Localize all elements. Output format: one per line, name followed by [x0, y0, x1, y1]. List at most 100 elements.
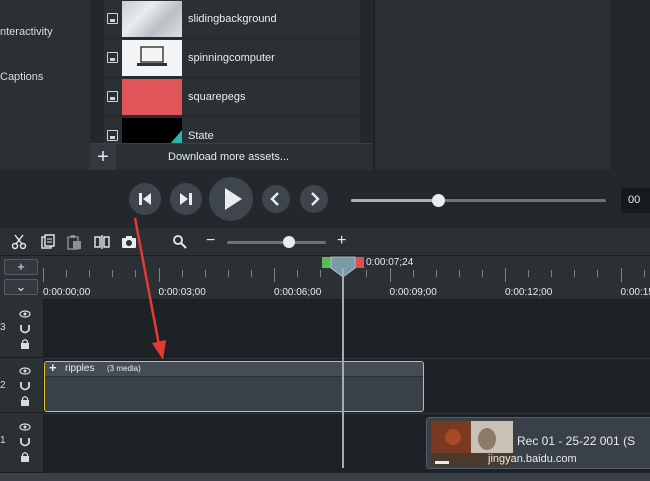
ruler-minor-tick [366, 270, 368, 277]
asset-library: slidingbackground spinningcomputer squar… [104, 0, 360, 156]
ruler-time-label: 0:00:00;00 [43, 287, 91, 298]
tools-sidebar: nteractivity Captions [0, 0, 90, 170]
timeline-header-controls: + ⌄ [0, 256, 43, 300]
chevron-left-icon [270, 192, 279, 206]
asset-type-icon [107, 13, 118, 24]
tool-interactivity[interactable]: nteractivity [0, 26, 53, 38]
watermark-text: jingyan.baidu.com [488, 453, 577, 465]
asset-item[interactable]: spinningcomputer [104, 39, 360, 78]
ruler-time-label: 0:00:03;00 [158, 287, 206, 298]
properties-panel [374, 0, 610, 170]
ruler-minor-tick [481, 270, 483, 277]
track-header-1: 1 [0, 413, 43, 473]
playback-scrubber[interactable] [351, 194, 606, 207]
magnet-icon[interactable] [19, 437, 31, 447]
video-clip-name: Rec 01 - 25-22 001 (S [517, 434, 636, 448]
ruler-minor-tick [181, 270, 183, 277]
asset-thumbnail [122, 40, 182, 76]
lock-icon[interactable] [19, 396, 31, 406]
cut-icon[interactable] [11, 234, 27, 250]
chevron-right-icon [311, 192, 320, 206]
eye-icon[interactable] [19, 422, 31, 432]
play-icon [225, 188, 242, 210]
group-clip-count: (3 media) [107, 364, 141, 373]
step-back-icon [139, 193, 151, 205]
ruler-minor-tick [320, 270, 322, 277]
timeline-ruler[interactable]: 0:00:07;24 0:00:00;00 0:00:03;00 0:00:06;0… [43, 256, 650, 300]
paste-icon[interactable] [66, 234, 82, 250]
timeline-toolbar: − + [0, 228, 650, 256]
scrubber-handle[interactable] [431, 194, 445, 207]
asset-footer: + Download more assets... [90, 143, 373, 171]
asset-name: squarepegs [188, 91, 246, 103]
playhead-line [342, 268, 344, 468]
zoom-out-button[interactable]: − [206, 233, 215, 249]
time-display: 00 [621, 188, 650, 213]
add-track-button[interactable]: + [4, 259, 38, 275]
collapse-tracks-button[interactable]: ⌄ [4, 279, 38, 295]
track-number: 1 [0, 435, 6, 446]
playhead-time: 0:00:07;24 [366, 257, 414, 268]
ruler-major-tick [43, 268, 44, 282]
group-clip-ripples[interactable]: + ripples (3 media) [44, 360, 424, 412]
camtasia-window: nteractivity Captions slidingbackground … [0, 0, 650, 481]
lock-icon[interactable] [19, 452, 31, 462]
ruler-minor-tick [643, 270, 645, 277]
step-forward-button[interactable] [170, 183, 202, 215]
ruler-minor-tick [89, 270, 91, 277]
ruler-major-tick [274, 268, 275, 282]
computer-icon [137, 46, 167, 66]
tool-captions[interactable]: Captions [0, 71, 43, 83]
zoom-in-button[interactable]: + [337, 233, 346, 249]
play-button[interactable] [209, 177, 253, 221]
step-back-button[interactable] [129, 183, 161, 215]
ruler-minor-tick [574, 270, 576, 277]
track-header-3: 3 [0, 300, 43, 358]
ruler-time-label: 0:00:15 [620, 287, 650, 298]
time-display-text: 00 [628, 194, 641, 206]
download-more-assets-link[interactable]: Download more assets... [168, 151, 289, 163]
eye-icon[interactable] [19, 309, 31, 319]
zoom-slider-handle[interactable] [283, 236, 296, 248]
next-marker-button[interactable] [300, 185, 328, 213]
track-divider [43, 358, 650, 359]
ruler-major-tick [158, 268, 160, 282]
asset-item[interactable]: squarepegs [104, 78, 360, 117]
zoom-slider[interactable] [227, 236, 326, 248]
ruler-major-tick [505, 268, 506, 282]
ruler-minor-tick [435, 270, 437, 277]
asset-name: spinningcomputer [188, 52, 275, 64]
previous-marker-button[interactable] [262, 185, 290, 213]
eye-icon[interactable] [19, 366, 31, 376]
zoom-search-icon [173, 235, 187, 249]
track-divider [43, 413, 650, 414]
split-icon[interactable] [94, 234, 110, 250]
step-forward-icon [180, 193, 192, 205]
ruler-minor-tick [297, 270, 299, 277]
ruler-minor-tick [66, 270, 68, 277]
magnet-icon[interactable] [19, 324, 31, 334]
asset-type-icon [107, 91, 118, 102]
asset-thumbnail [122, 79, 182, 115]
ruler-minor-tick [227, 270, 229, 277]
add-asset-button[interactable]: + [90, 144, 116, 171]
magnet-icon[interactable] [19, 381, 31, 391]
ruler-minor-tick [135, 270, 137, 277]
track-number: 3 [0, 322, 6, 333]
asset-type-icon [107, 52, 118, 63]
expand-group-icon[interactable]: + [49, 360, 57, 375]
lock-icon[interactable] [19, 339, 31, 349]
ruler-minor-tick [528, 270, 530, 277]
scrubber-progress [351, 199, 438, 202]
canvas-edge [610, 0, 650, 170]
ruler-minor-tick [250, 270, 252, 277]
group-clip-name: ripples [65, 363, 95, 374]
ruler-major-tick [389, 268, 391, 282]
playback-bar: 00 [0, 170, 650, 228]
camera-icon[interactable] [121, 234, 137, 250]
asset-item[interactable]: slidingbackground [104, 0, 360, 39]
horizontal-scrollbar[interactable] [0, 473, 650, 481]
copy-icon[interactable] [40, 234, 56, 250]
asset-name: slidingbackground [188, 13, 277, 25]
ruler-minor-tick [412, 270, 414, 277]
